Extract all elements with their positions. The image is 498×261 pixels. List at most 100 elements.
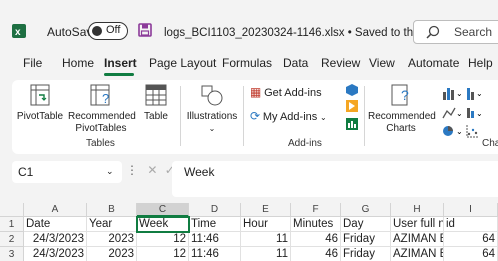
spreadsheet-grid: A B C D E F G H I 1 Date Year Week Time … (0, 203, 498, 261)
table-cell[interactable]: Date (24, 217, 87, 232)
column-header-c[interactable]: C (137, 203, 189, 217)
table-cell[interactable]: 46 (291, 232, 341, 247)
chevron-down-icon: ⌄ (208, 124, 216, 133)
get-addins-label: Get Add-ins (264, 87, 322, 99)
recommended-charts-label-1: Recommended (368, 111, 436, 122)
my-addins-label: My Add-ins (262, 111, 318, 123)
table-button[interactable]: Table (136, 84, 176, 123)
table-cell[interactable]: Friday (341, 232, 391, 247)
formula-input[interactable]: Week (172, 161, 498, 197)
table-cell[interactable]: 46 (291, 247, 341, 261)
selected-cell[interactable]: Week (136, 216, 190, 233)
column-header-i[interactable]: I (444, 203, 498, 217)
pivottable-button[interactable]: PivotTable (16, 84, 64, 123)
get-addins-button[interactable]: ▦ Get Add-ins (250, 86, 330, 100)
hierarchy-chart-icon[interactable]: ⌄ (466, 106, 486, 123)
tab-review[interactable]: Review (321, 56, 360, 70)
table-cell[interactable]: 24/3/2023 (24, 232, 87, 247)
tab-formulas[interactable]: Formulas (222, 56, 272, 70)
recommended-pivottables-icon: ? (90, 84, 110, 106)
table-cell[interactable]: id (444, 217, 498, 232)
tab-data[interactable]: Data (283, 56, 308, 70)
visio-icon[interactable] (346, 84, 358, 99)
excel-logo-icon: x (12, 24, 26, 38)
column-header-h[interactable]: H (391, 203, 444, 217)
row-header[interactable]: 3 (0, 247, 24, 261)
column-header-d[interactable]: D (189, 203, 241, 217)
table-cell[interactable]: 24/3/2023 (24, 247, 87, 261)
tab-insert[interactable]: Insert (104, 56, 137, 70)
select-all-corner[interactable] (0, 203, 24, 217)
table-label: Table (144, 111, 168, 122)
table-cell[interactable]: 2023 (87, 247, 137, 261)
column-header-a[interactable]: A (24, 203, 87, 217)
column-header-f[interactable]: F (291, 203, 341, 217)
cancel-icon[interactable]: ✕ (147, 163, 157, 177)
table-cell[interactable]: 11 (241, 232, 291, 247)
illustrations-label: Illustrations (186, 111, 238, 122)
formula-text: Week (184, 165, 215, 179)
save-icon[interactable] (138, 23, 152, 37)
svg-text:x: x (15, 27, 21, 38)
table-cell[interactable]: AZIMAN B (391, 247, 444, 261)
table-cell[interactable]: Hour (241, 217, 291, 232)
table-cell[interactable]: Day (341, 217, 391, 232)
store-icon: ▦ (250, 85, 262, 99)
table-cell[interactable]: 64 (444, 232, 498, 247)
bing-maps-icon[interactable] (346, 100, 358, 115)
table-cell[interactable]: 11:46 (189, 232, 241, 247)
group-separator (243, 86, 244, 146)
ribbon-panel: PivotTable ? Recommended PivotTables Tab… (12, 80, 498, 154)
table-cell[interactable]: Year (87, 217, 137, 232)
name-box[interactable]: C1 ⌄ (12, 161, 122, 183)
column-header-g[interactable]: G (341, 203, 391, 217)
table-cell[interactable]: Time (189, 217, 241, 232)
my-addins-button[interactable]: ⟳ My Add-ins ⌄ (250, 110, 342, 124)
tab-automate[interactable]: Automate (408, 56, 459, 70)
active-tab-indicator (104, 73, 134, 76)
column-header-b[interactable]: B (87, 203, 137, 217)
svg-text:⌄: ⌄ (456, 109, 462, 118)
table-cell[interactable]: 12 (137, 232, 189, 247)
addins-group-label: Add-ins (288, 138, 322, 149)
file-title[interactable]: logs_BCI1103_20230324-1146.xlsx • Saved … (164, 25, 452, 39)
tab-file[interactable]: File (23, 56, 42, 70)
people-graph-icon[interactable] (346, 118, 358, 133)
column-header-e[interactable]: E (241, 203, 291, 217)
svg-text:⌄: ⌄ (476, 89, 483, 98)
table-icon (145, 84, 167, 106)
chevron-down-icon: ⌄ (320, 113, 327, 122)
svg-text:⌄: ⌄ (456, 127, 462, 136)
line-chart-icon[interactable]: ⌄ (442, 106, 463, 123)
illustrations-button[interactable]: Illustrations ⌄ (184, 84, 240, 135)
tab-home[interactable]: Home (62, 56, 94, 70)
table-cell[interactable]: 12 (137, 247, 189, 261)
tab-help[interactable]: Help (468, 56, 493, 70)
table-cell[interactable]: 11 (241, 247, 291, 261)
table-cell[interactable]: Friday (341, 247, 391, 261)
tab-view[interactable]: View (369, 56, 395, 70)
bar-chart-icon[interactable]: ⌄ (466, 86, 486, 103)
column-chart-icon[interactable]: ⌄ (442, 86, 463, 103)
svg-text:?: ? (401, 87, 409, 103)
ribbon-tabs: File Home Insert Page Layout Formulas Da… (0, 50, 498, 76)
recommended-pivottables-button[interactable]: ? Recommended PivotTables (68, 84, 136, 135)
row-header[interactable]: 2 (0, 232, 24, 247)
group-separator (364, 86, 365, 146)
table-cell[interactable]: 11:46 (189, 247, 241, 261)
row-header[interactable]: 1 (0, 217, 24, 232)
search-box[interactable]: Search (413, 20, 498, 44)
recommended-charts-icon: ? (391, 84, 409, 106)
pie-chart-icon[interactable]: ⌄ (442, 124, 463, 141)
autosave-toggle[interactable]: Off (88, 22, 128, 40)
recommended-charts-button[interactable]: ? Recommended Charts (368, 84, 436, 135)
table-cell[interactable]: AZIMAN B (391, 232, 444, 247)
table-cell[interactable]: 64 (444, 247, 498, 261)
table-cell[interactable]: Minutes (291, 217, 341, 232)
table-cell[interactable]: 2023 (87, 232, 137, 247)
chevron-down-icon: ⌄ (106, 166, 114, 176)
table-cell[interactable]: User full n (391, 217, 444, 232)
tab-page-layout[interactable]: Page Layout (149, 56, 216, 70)
recommended-pivottables-label-1: Recommended (68, 111, 136, 122)
more-options-icon[interactable]: ⋮ (126, 163, 138, 177)
